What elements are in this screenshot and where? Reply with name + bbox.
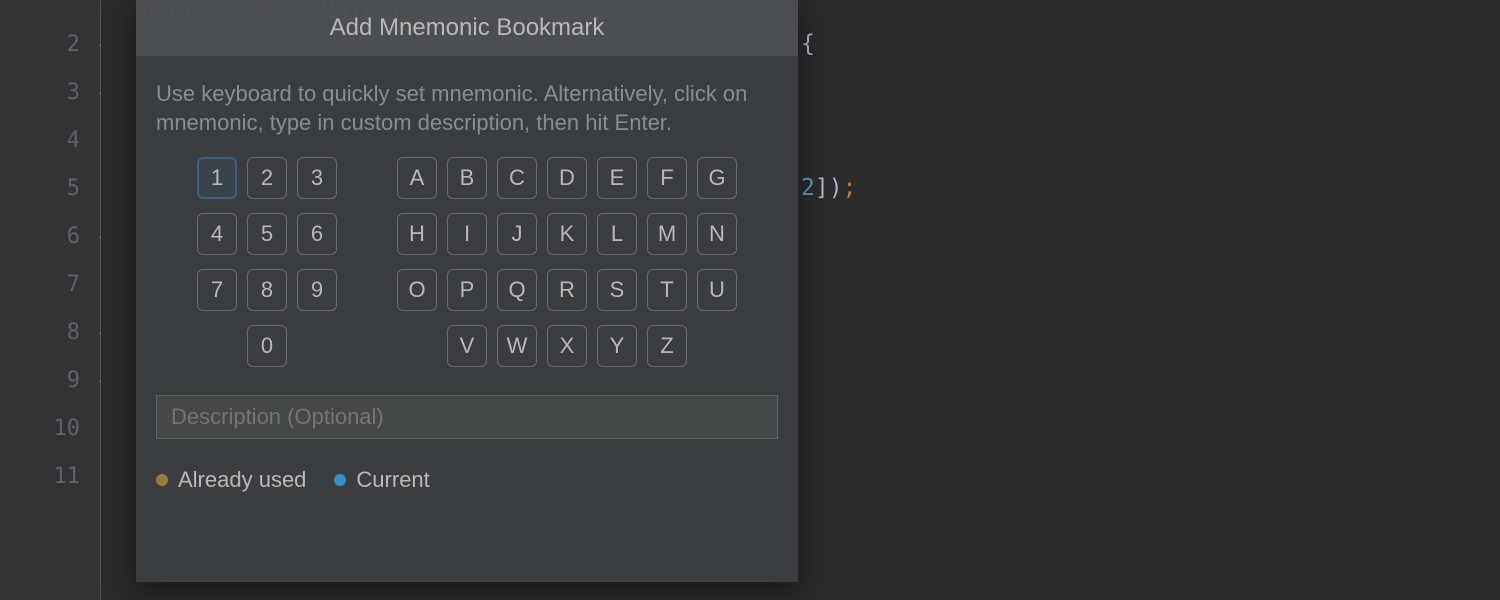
- mnemonic-key-V[interactable]: V: [447, 325, 487, 367]
- mnemonic-key-H[interactable]: H: [397, 213, 437, 255]
- editor-root: 234567891011 public class Main { { 2]); …: [0, 0, 1500, 600]
- mnemonic-key-8[interactable]: 8: [247, 269, 287, 311]
- gutter-line[interactable]: 9: [0, 356, 100, 404]
- gutter-line[interactable]: 5: [0, 164, 100, 212]
- keypad-spacer: [197, 325, 237, 367]
- gutter-line[interactable]: 4: [0, 116, 100, 164]
- legend-label: Already used: [178, 467, 306, 493]
- mnemonic-key-M[interactable]: M: [647, 213, 687, 255]
- line-number: 5: [67, 176, 80, 201]
- legend-already-used: Already used: [156, 467, 306, 493]
- keypad-spacer: [297, 325, 337, 367]
- mnemonic-key-N[interactable]: N: [697, 213, 737, 255]
- dot-used-icon: [156, 474, 168, 486]
- keypad-spacer: [697, 325, 737, 367]
- line-number: 8: [67, 320, 80, 345]
- mnemonic-key-J[interactable]: J: [497, 213, 537, 255]
- line-number: 2: [67, 32, 80, 57]
- mnemonic-key-I[interactable]: I: [447, 213, 487, 255]
- legend-current: Current: [334, 467, 429, 493]
- mnemonic-key-U[interactable]: U: [697, 269, 737, 311]
- mnemonic-key-Q[interactable]: Q: [497, 269, 537, 311]
- mnemonic-key-T[interactable]: T: [647, 269, 687, 311]
- line-number: 10: [54, 416, 81, 441]
- mnemonic-key-4[interactable]: 4: [197, 213, 237, 255]
- gutter-line[interactable]: 2: [0, 20, 100, 68]
- line-number: 4: [67, 128, 80, 153]
- line-number: 7: [67, 272, 80, 297]
- gutter-line[interactable]: 3: [0, 68, 100, 116]
- mnemonic-key-D[interactable]: D: [547, 157, 587, 199]
- legend: Already used Current: [136, 439, 798, 493]
- gutter-line[interactable]: 6: [0, 212, 100, 260]
- gutter-line[interactable]: 11: [0, 452, 100, 500]
- mnemonic-key-Y[interactable]: Y: [597, 325, 637, 367]
- mnemonic-key-1[interactable]: 1: [197, 157, 237, 199]
- keypad-spacer: [347, 269, 387, 311]
- line-number: 3: [67, 80, 80, 105]
- keypad-spacer: [347, 213, 387, 255]
- gutter-line[interactable]: 10: [0, 404, 100, 452]
- mnemonic-key-A[interactable]: A: [397, 157, 437, 199]
- dialog-title: Add Mnemonic Bookmark: [136, 0, 798, 56]
- mnemonic-key-O[interactable]: O: [397, 269, 437, 311]
- mnemonic-key-K[interactable]: K: [547, 213, 587, 255]
- mnemonic-key-X[interactable]: X: [547, 325, 587, 367]
- mnemonic-key-E[interactable]: E: [597, 157, 637, 199]
- gutter: 2 3 4 5 6 7 8 9 10 11: [0, 0, 100, 600]
- mnemonic-key-F[interactable]: F: [647, 157, 687, 199]
- mnemonic-key-C[interactable]: C: [497, 157, 537, 199]
- mnemonic-key-9[interactable]: 9: [297, 269, 337, 311]
- line-number: 6: [67, 224, 80, 249]
- gutter-line[interactable]: 7: [0, 260, 100, 308]
- mnemonic-key-0[interactable]: 0: [247, 325, 287, 367]
- mnemonic-key-3[interactable]: 3: [297, 157, 337, 199]
- mnemonic-bookmark-dialog: Add Mnemonic Bookmark Use keyboard to qu…: [136, 0, 798, 582]
- mnemonic-key-2[interactable]: 2: [247, 157, 287, 199]
- mnemonic-key-6[interactable]: 6: [297, 213, 337, 255]
- description-input[interactable]: [156, 395, 778, 439]
- mnemonic-key-P[interactable]: P: [447, 269, 487, 311]
- line-number: 9: [67, 368, 80, 393]
- keypad-spacer: [347, 325, 387, 367]
- keypad-spacer: [347, 157, 387, 199]
- mnemonic-keypad: 123 ABCDEFG 456 HIJKLMN 789 OPQRSTU 0 VWXYZ: [136, 157, 798, 367]
- mnemonic-key-B[interactable]: B: [447, 157, 487, 199]
- mnemonic-key-R[interactable]: R: [547, 269, 587, 311]
- mnemonic-key-W[interactable]: W: [497, 325, 537, 367]
- dialog-instruction: Use keyboard to quickly set mnemonic. Al…: [136, 56, 798, 157]
- keypad-spacer: [397, 325, 437, 367]
- gutter-line[interactable]: 8: [0, 308, 100, 356]
- dot-current-icon: [334, 474, 346, 486]
- mnemonic-key-G[interactable]: G: [697, 157, 737, 199]
- line-number: 11: [54, 464, 81, 489]
- legend-label: Current: [356, 467, 429, 493]
- mnemonic-key-S[interactable]: S: [597, 269, 637, 311]
- mnemonic-key-Z[interactable]: Z: [647, 325, 687, 367]
- mnemonic-key-L[interactable]: L: [597, 213, 637, 255]
- mnemonic-key-7[interactable]: 7: [197, 269, 237, 311]
- mnemonic-key-5[interactable]: 5: [247, 213, 287, 255]
